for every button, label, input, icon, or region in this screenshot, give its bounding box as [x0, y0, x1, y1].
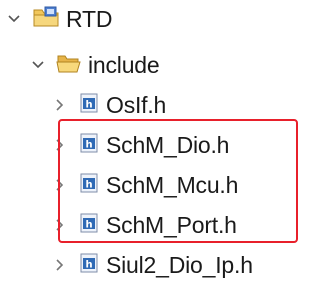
svg-text:h: h: [85, 259, 92, 270]
header-file-icon: h: [80, 93, 98, 118]
tree-node-include[interactable]: include: [30, 48, 160, 82]
tree-node-file[interactable]: h Siul2_Dio_Ip.h: [52, 248, 253, 282]
open-folder-icon: [56, 52, 82, 79]
project-explorer-tree: RTD include h OsIf.h h SchM_Dio.h h SchM…: [0, 0, 303, 278]
header-file-icon: h: [80, 253, 98, 278]
tree-node-label: include: [88, 52, 160, 78]
chevron-right-icon[interactable]: [52, 257, 68, 273]
file-label: OsIf.h: [106, 92, 167, 118]
tree-node-file[interactable]: h OsIf.h: [52, 88, 166, 122]
tree-node-rtd[interactable]: RTD: [6, 2, 112, 36]
chevron-down-icon[interactable]: [6, 11, 22, 27]
chevron-down-icon[interactable]: [30, 57, 46, 73]
svg-text:h: h: [85, 99, 92, 110]
project-folder-icon: [32, 5, 60, 34]
file-label: Siul2_Dio_Ip.h: [106, 252, 253, 278]
highlight-box: [58, 119, 298, 243]
tree-node-label: RTD: [66, 6, 113, 32]
chevron-right-icon[interactable]: [52, 97, 68, 113]
